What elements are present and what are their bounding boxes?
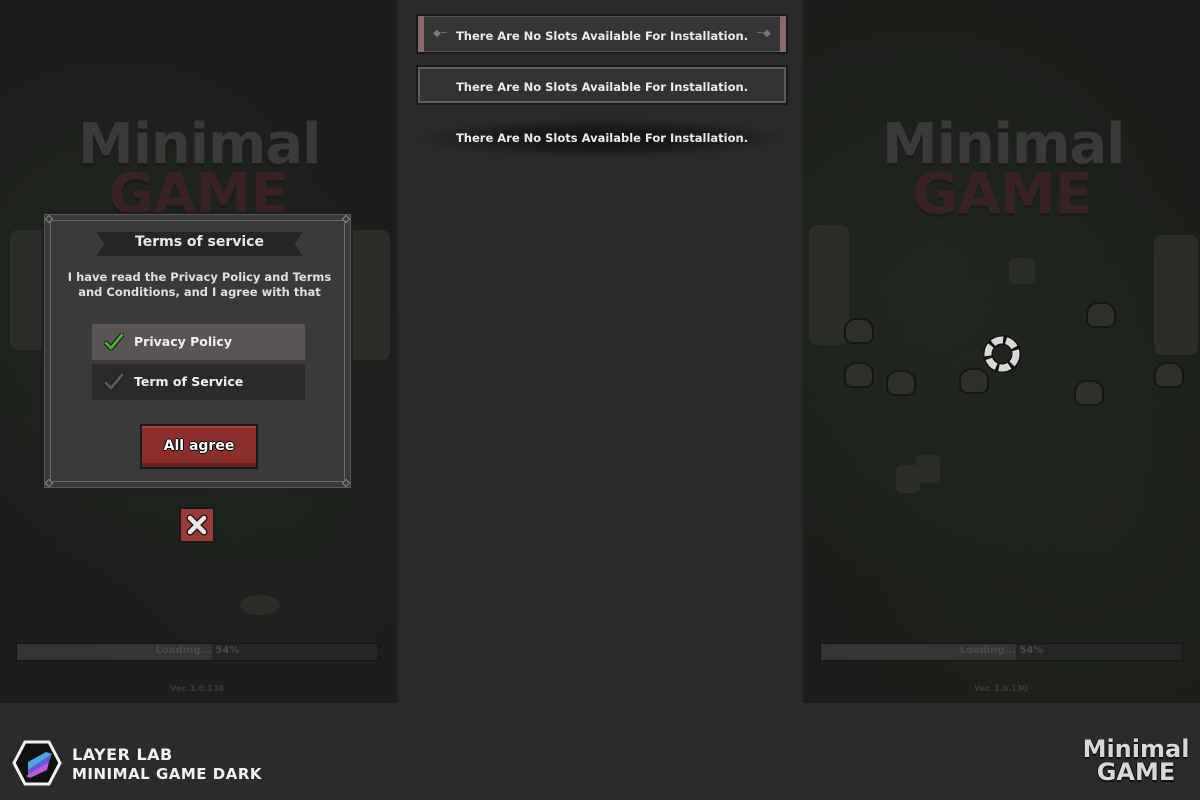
footer-bar: LAYER LAB MINIMAL GAME DARK Minimal GAME [0,703,1200,800]
toast-message-2: There Are No Slots Available For Install… [416,65,788,105]
enemy-character [1074,380,1104,406]
game-logo: Minimal GAME [882,112,1125,228]
loading-text: Loading... 54% [959,645,1044,656]
footer-game-logo: Minimal GAME [1082,735,1190,786]
loading-bar: Loading... 54% [820,643,1183,661]
enemy-character [886,370,916,396]
enemy-character [1154,362,1184,388]
loading-spinner-icon [983,335,1021,373]
enemy-character [1086,302,1116,328]
option-label: Privacy Policy [134,334,232,349]
terms-of-service-modal: Terms of service I have read the Privacy… [42,212,353,490]
version-label: Ver. 1.0.130 [170,684,224,693]
enemy-character [844,362,874,388]
check-icon [104,333,124,351]
game-ui-showcase: Minimal GAME Loading... 54% Ver. 1.0.130… [0,0,1200,800]
diamond-deco-icon: ◆─ [433,28,447,39]
loading-text: Loading... 54% [155,645,240,656]
option-label: Term of Service [134,374,244,389]
modal-description: I have read the Privacy Policy and Terms… [67,270,332,299]
all-agree-button[interactable]: All agree [140,424,258,469]
loading-bar: Loading... 54% [16,643,379,661]
brand-subtitle: MINIMAL GAME DARK [72,765,263,783]
brand-name: LAYER LAB [72,745,173,764]
toast-message-1: ◆─ There Are No Slots Available For Inst… [416,14,788,54]
version-label: Ver. 1.0.130 [974,684,1028,693]
middle-screen: ◆─ There Are No Slots Available For Inst… [396,0,804,703]
layer-lab-logo-icon [12,740,62,786]
term-of-service-checkbox[interactable]: Term of Service [92,364,305,400]
close-icon [186,514,208,536]
enemy-character [844,318,874,344]
toast-message-3: There Are No Slots Available For Install… [416,118,788,158]
check-icon [104,373,124,391]
diamond-deco-icon: ─◆ [757,28,771,39]
close-button[interactable] [179,507,215,543]
privacy-policy-checkbox[interactable]: Privacy Policy [92,324,305,360]
game-logo: Minimal GAME [78,112,321,228]
modal-title: Terms of service [135,234,264,250]
